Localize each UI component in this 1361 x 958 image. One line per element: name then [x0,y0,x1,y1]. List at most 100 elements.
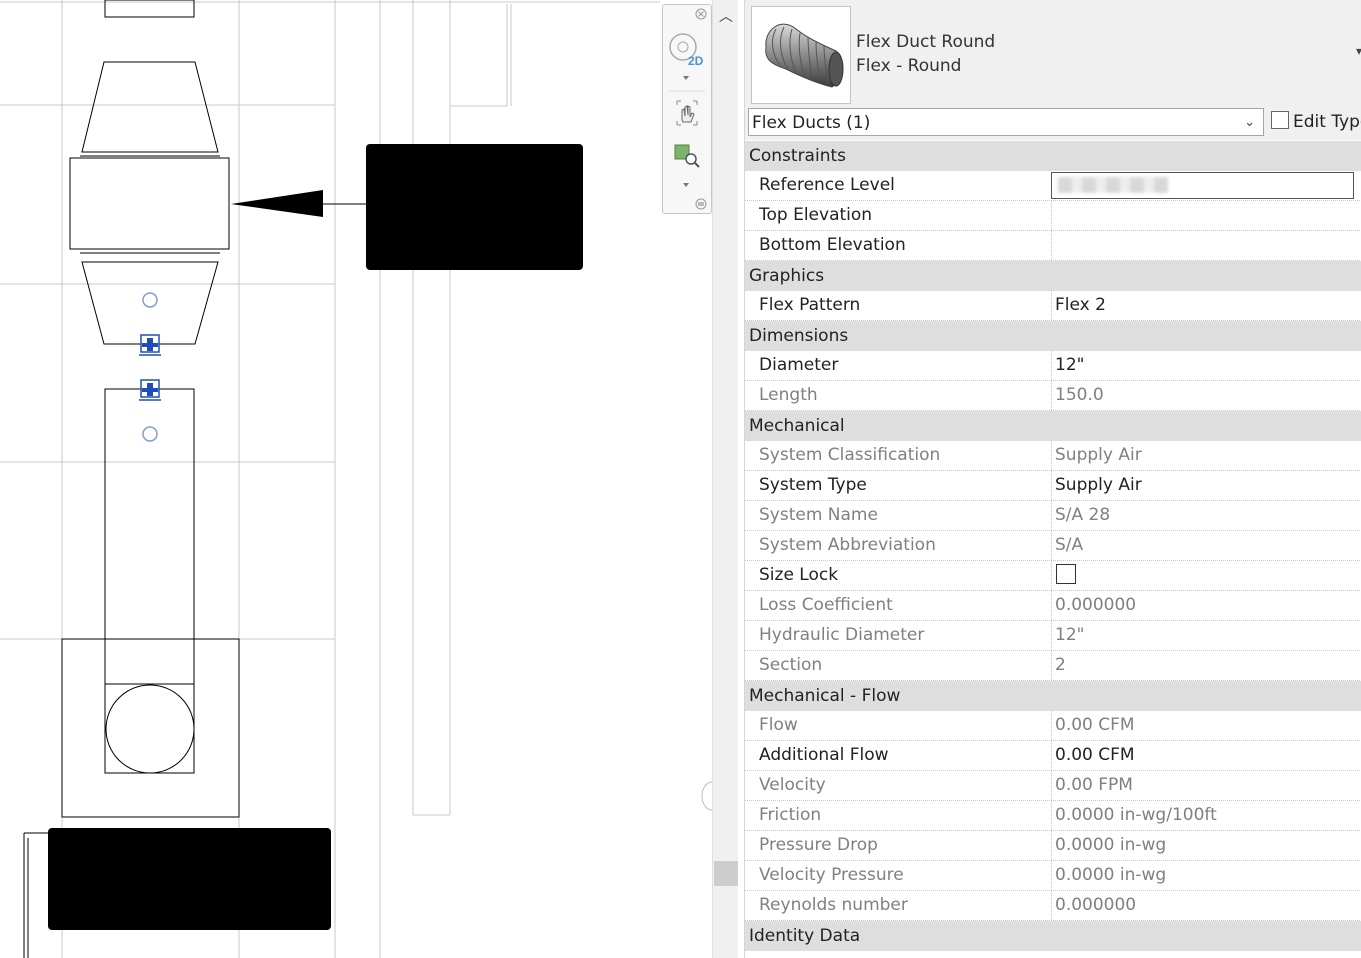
property-value: 0.0000 in-wg [1051,861,1361,890]
size-lock-checkbox[interactable] [1056,564,1076,584]
property-row: Flex Pattern Flex 2 [745,291,1361,321]
property-row: Bottom Elevation [745,231,1361,261]
property-row: Size Lock [745,561,1361,591]
property-row: Top Elevation [745,201,1361,231]
property-grid: Constraints Reference Level Top Elevation B… [745,141,1361,951]
property-name: Pressure Drop [759,835,878,855]
property-row: Reynolds number 0.000000 [745,891,1361,921]
property-value: Supply Air [1051,441,1361,470]
type-name: Flex - Round [856,56,962,76]
svg-text:2D: 2D [688,54,704,68]
property-value: S/A 28 [1051,501,1361,530]
property-value[interactable]: 12" [1051,351,1361,380]
property-value: 0.0000 in-wg/100ft [1051,801,1361,830]
property-name: Hydraulic Diameter [759,625,925,645]
property-group-header[interactable]: Graphics [745,261,1361,291]
property-name: Diameter [759,355,839,375]
property-group-header[interactable]: Constraints [745,141,1361,171]
property-value: 0.00 CFM [1051,711,1361,740]
property-row: Section 2 [745,651,1361,681]
properties-palette: Flex Duct Round Flex - Round ▾ Flex Duct… [744,0,1361,958]
duct-drawing[interactable] [0,0,712,958]
property-value[interactable] [1051,561,1361,590]
property-value: 0.000000 [1051,591,1361,620]
property-group-header[interactable]: Dimensions [745,321,1361,351]
redacted-value [1058,177,1168,193]
property-row: Velocity 0.00 FPM [745,771,1361,801]
chevron-down-icon [683,183,689,187]
redacted-tag-2 [48,828,331,930]
property-name: Bottom Elevation [759,235,906,255]
property-name: Velocity [759,775,826,795]
property-value: 0.000000 [1051,891,1361,920]
connector-circle [142,292,158,308]
scroll-up-icon[interactable]: ︿ [717,8,735,26]
flex-duct-icon [751,6,851,104]
property-name: Reference Level [759,175,895,195]
property-name: System Type [759,475,867,495]
property-value[interactable]: Flex 2 [1051,291,1361,320]
property-name: Additional Flow [759,745,889,765]
property-group-header[interactable]: Mechanical - Flow [745,681,1361,711]
navigation-bar[interactable]: 2D [662,4,712,214]
steering-wheel-icon[interactable]: 2D [669,33,704,68]
property-name: Size Lock [759,565,839,585]
property-row: Length 150.0 [745,381,1361,411]
property-name: Flex Pattern [759,295,861,315]
property-name: System Abbreviation [759,535,936,555]
property-value[interactable] [1051,231,1361,260]
pan-icon[interactable] [676,100,698,126]
property-name: Velocity Pressure [759,865,904,885]
property-value[interactable]: Supply Air [1051,471,1361,500]
connector-grip-icon [139,334,161,356]
property-value[interactable] [1051,201,1361,230]
property-row: Diameter 12" [745,351,1361,381]
property-row: Flow 0.00 CFM [745,711,1361,741]
property-value: S/A [1051,531,1361,560]
zoom-region-icon[interactable] [674,144,700,168]
property-row: Loss Coefficient 0.000000 [745,591,1361,621]
property-value[interactable] [1051,172,1354,199]
property-group-header[interactable]: Identity Data [745,921,1361,951]
connector-circle [142,426,158,442]
property-name: Reynolds number [759,895,908,915]
property-value: 12" [1051,621,1361,650]
property-value: 2 [1051,651,1361,680]
property-name: Section [759,655,823,675]
type-family-name: Flex Duct Round [856,32,996,52]
property-value[interactable]: 0.00 CFM [1051,741,1361,770]
property-value: 0.00 FPM [1051,771,1361,800]
property-row: Pressure Drop 0.0000 in-wg [745,831,1361,861]
property-name: Loss Coefficient [759,595,893,615]
edit-type-button[interactable]: Edit Type [1271,108,1361,136]
property-row: Additional Flow 0.00 CFM [745,741,1361,771]
connector-grip-icon [139,379,161,401]
property-name: System Classification [759,445,941,465]
scroll-thumb[interactable] [714,861,738,886]
property-name: Length [759,385,818,405]
property-row: Reference Level [745,171,1361,201]
instance-filter-dropdown[interactable]: Flex Ducts (1) ⌄ [748,108,1264,136]
property-row: Friction 0.0000 in-wg/100ft [745,801,1361,831]
chevron-down-icon [683,76,689,80]
property-row: System Type Supply Air [745,471,1361,501]
chevron-down-icon[interactable]: ▾ [1356,44,1361,58]
property-value: 150.0 [1051,381,1361,410]
property-row: Velocity Pressure 0.0000 in-wg [745,861,1361,891]
options-icon[interactable] [695,198,707,210]
vertical-scrollbar[interactable]: ︿ [712,0,739,958]
property-row: System Abbreviation S/A [745,531,1361,561]
property-name: Top Elevation [759,205,873,225]
property-value: 0.0000 in-wg [1051,831,1361,860]
property-row: Hydraulic Diameter 12" [745,621,1361,651]
property-row: System Name S/A 28 [745,501,1361,531]
property-name: Friction [759,805,822,825]
drawing-canvas[interactable]: 2D [0,0,712,958]
type-selector[interactable]: Flex Duct Round Flex - Round ▾ [745,0,1361,106]
close-icon[interactable] [695,8,707,20]
property-name: Flow [759,715,798,735]
property-group-header[interactable]: Mechanical [745,411,1361,441]
redacted-tag-1 [366,144,583,270]
edit-type-icon [1271,111,1289,129]
property-row: System Classification Supply Air [745,441,1361,471]
